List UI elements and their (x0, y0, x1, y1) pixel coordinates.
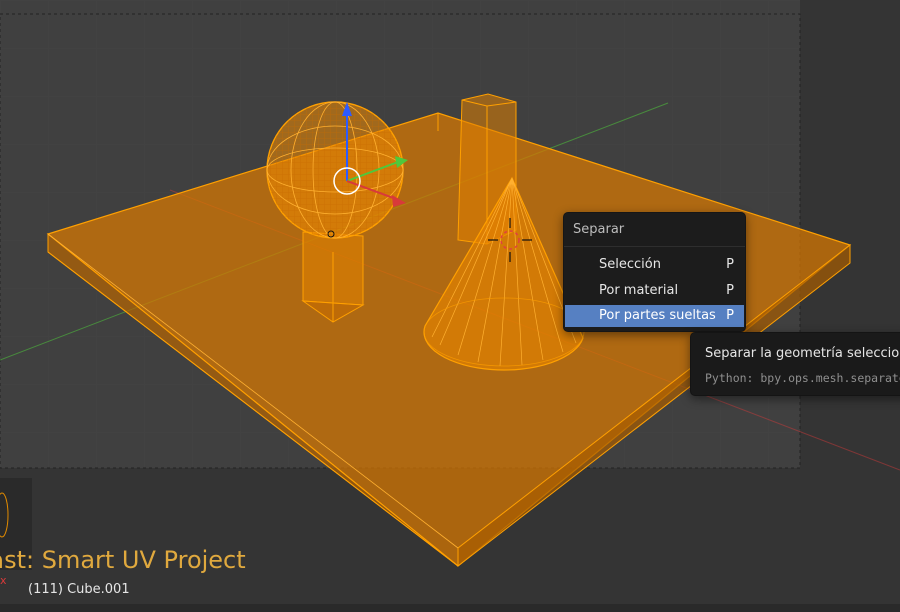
menu-separator (564, 246, 745, 247)
axis-x-indicator: x (0, 574, 7, 587)
menu-item-label: Por partes sueltas (599, 308, 716, 323)
viewport-scene[interactable] (0, 0, 900, 612)
sphere-mesh[interactable] (266, 101, 404, 239)
menu-item-shortcut: P (726, 257, 734, 272)
3d-viewport[interactable]: Last: Smart UV Project x (111) Cube.001 (0, 0, 900, 612)
menu-item-selection[interactable]: Selección P (565, 254, 744, 276)
menu-item-shortcut: P (726, 308, 734, 323)
operator-tooltip: Separar la geometría seleccionada Python… (690, 332, 900, 396)
last-operator-label: Last: Smart UV Project (0, 546, 246, 574)
menu-title: Separar (573, 222, 625, 237)
separate-menu: Separar Selección P Por material P Por p… (563, 212, 746, 332)
menu-item-by-loose-parts[interactable]: Por partes sueltas P (565, 305, 744, 327)
object-info-label: (111) Cube.001 (28, 582, 130, 597)
menu-item-label: Selección (599, 257, 661, 272)
menu-item-by-material[interactable]: Por material P (565, 280, 744, 302)
tooltip-python-path: Python: bpy.ops.mesh.separate (705, 371, 900, 385)
tooltip-description: Separar la geometría seleccionada (705, 346, 900, 361)
menu-item-label: Por material (599, 283, 679, 298)
menu-item-shortcut: P (726, 283, 734, 298)
